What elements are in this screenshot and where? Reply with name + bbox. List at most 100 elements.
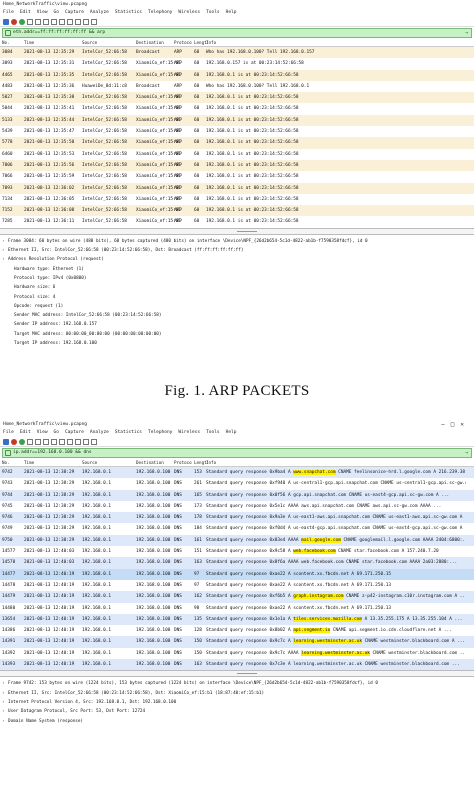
detail-subfield[interactable]: Protocol type: IPv4 (0x0800)	[0, 274, 474, 283]
find-packet-icon[interactable]	[59, 438, 65, 445]
detail-subfield[interactable]: Sender IP address: 192.168.0.157	[0, 320, 474, 329]
table-row[interactable]: 7006 2021-08-13 12:35:56 IntelCor_52:66:58…	[0, 159, 474, 172]
table-row[interactable]: 9745 2021-08-13 12:38:29 192.168.0.1 192.16…	[0, 500, 474, 513]
reload-icon[interactable]	[51, 18, 57, 25]
zoom-in-icon[interactable]	[83, 438, 89, 445]
table-row[interactable]: 7093 2021-08-13 12:36:02 IntelCor_52:66:58…	[0, 182, 474, 194]
table-row[interactable]: 9746 2021-08-13 12:38:29 192.168.0.1 192.16…	[0, 512, 474, 524]
table-row[interactable]: 14386 2021-08-13 12:40:19 192.168.0.1 192.1…	[0, 625, 474, 637]
detail-subfield[interactable]: Target IP address: 192.168.0.100	[0, 339, 474, 348]
menu-item-file[interactable]: File	[3, 429, 14, 437]
close-file-icon[interactable]	[43, 18, 49, 25]
table-row[interactable]: 9742 2021-08-13 12:38:29 192.168.0.1 192.16…	[0, 467, 474, 479]
zoom-in-icon[interactable]	[83, 18, 89, 25]
pane-splitter[interactable]	[0, 227, 474, 235]
table-row[interactable]: 5027 2021-08-13 12:35:38 IntelCor_52:66:58…	[0, 92, 474, 104]
apply-filter-arrow-icon[interactable]: →	[465, 449, 468, 457]
table-row[interactable]: 4483 2021-08-13 12:35:36 HuaweiDe_8d:11:c8…	[0, 80, 474, 93]
table-row[interactable]: 9749 2021-08-13 12:38:29 192.168.0.1 192.16…	[0, 523, 474, 535]
table-row[interactable]: 7066 2021-08-13 12:35:59 IntelCor_52:66:58…	[0, 171, 474, 183]
detail-subfield[interactable]: Hardware type: Ethernet (1)	[0, 265, 474, 274]
table-row[interactable]: 9750 2021-08-13 12:38:29 192.168.0.1 192.16…	[0, 534, 474, 547]
go-back-icon[interactable]	[67, 438, 73, 445]
display-filter-input[interactable]: ip.addr==192.168.0.100 && dns	[13, 450, 92, 455]
menu-item-tools[interactable]: Tools	[206, 9, 220, 17]
detail-tree-item[interactable]: › Frame 9742: 153 bytes on wire (1224 bit…	[0, 679, 474, 688]
stop-capture-icon[interactable]	[11, 438, 17, 445]
detail-subfield[interactable]: Target MAC address: 00:00:00_00:00:00 (0…	[0, 330, 474, 339]
menu-item-analyze[interactable]: Analyze	[90, 9, 109, 17]
go-forward-icon[interactable]	[75, 438, 81, 445]
splitter-grip-icon[interactable]	[237, 230, 257, 232]
table-row[interactable]: 7152 2021-08-13 12:36:08 IntelCor_52:66:58…	[0, 205, 474, 217]
detail-tree-item[interactable]: › Frame 3084: 60 bytes on wire (480 bits)…	[0, 237, 474, 246]
detail-subfield[interactable]: Hardware size: 6	[0, 283, 474, 292]
menu-item-go[interactable]: Go	[54, 9, 59, 17]
restart-capture-icon[interactable]	[19, 438, 25, 445]
column-header-source[interactable]: Source	[82, 39, 134, 47]
filter-bookmark-icon[interactable]	[5, 30, 11, 36]
detail-tree-item[interactable]: › Internet Protocol Version 4, Src: 192.1…	[0, 698, 474, 707]
table-row[interactable]: 9743 2021-08-13 12:38:29 192.168.0.1 192.16…	[0, 478, 474, 490]
go-forward-icon[interactable]	[75, 18, 81, 25]
pane-splitter[interactable]	[0, 670, 474, 678]
table-row[interactable]: 3093 2021-08-13 12:35:31 IntelCor_52:66:58…	[0, 58, 474, 70]
menu-item-telephony[interactable]: Telephony	[148, 9, 172, 17]
menu-item-wireless[interactable]: Wireless	[178, 9, 200, 17]
column-header-info[interactable]: Info	[206, 459, 466, 467]
table-row[interactable]: 14479 2021-08-13 12:40:19 192.168.0.1 192.1…	[0, 591, 474, 603]
menu-item-statistics[interactable]: Statistics	[115, 429, 142, 437]
column-header-info[interactable]: Info	[206, 39, 466, 47]
menu-item-tools[interactable]: Tools	[206, 429, 220, 437]
filter-bookmark-icon[interactable]	[5, 450, 11, 456]
column-header-source[interactable]: Source	[82, 459, 134, 467]
open-file-icon[interactable]	[27, 438, 33, 445]
table-row[interactable]: 5044 2021-08-13 12:35:41 IntelCor_52:66:58…	[0, 103, 474, 115]
detail-subfield[interactable]: Protocol size: 4	[0, 293, 474, 302]
menu-item-go[interactable]: Go	[54, 429, 59, 437]
display-filter-input[interactable]: eth.addr==ff:ff:ff:ff:ff:ff && arp	[13, 30, 105, 35]
menu-item-edit[interactable]: Edit	[20, 429, 31, 437]
table-row[interactable]: 6460 2021-08-13 12:35:53 IntelCor_52:66:58…	[0, 148, 474, 160]
table-row[interactable]: 5439 2021-08-13 12:35:47 IntelCor_52:66:58…	[0, 126, 474, 138]
menu-item-help[interactable]: Help	[226, 9, 237, 17]
save-file-icon[interactable]	[35, 438, 41, 445]
stop-capture-icon[interactable]	[11, 18, 17, 25]
open-file-icon[interactable]	[27, 18, 33, 25]
find-packet-icon[interactable]	[59, 18, 65, 25]
menu-item-help[interactable]: Help	[226, 429, 237, 437]
table-row[interactable]: 5778 2021-08-13 12:35:50 IntelCor_52:66:58…	[0, 137, 474, 149]
save-file-icon[interactable]	[35, 18, 41, 25]
column-header-protocol[interactable]: Protocol	[174, 459, 192, 467]
display-filter-bar[interactable]: ip.addr==192.168.0.100 && dns →	[2, 448, 472, 458]
column-header-time[interactable]: Time	[24, 459, 80, 467]
zoom-out-icon[interactable]	[91, 438, 97, 445]
table-row[interactable]: 14391 2021-08-13 12:40:19 192.168.0.1 192.1…	[0, 636, 474, 648]
close-file-icon[interactable]	[43, 438, 49, 445]
menu-item-edit[interactable]: Edit	[20, 9, 31, 17]
detail-tree-item[interactable]: › Address Resolution Protocol (request)	[0, 255, 474, 264]
detail-subfield[interactable]: Opcode: request (1)	[0, 302, 474, 311]
detail-tree-item[interactable]: › User Datagram Protocol, Src Port: 53, D…	[0, 707, 474, 716]
shark-fin-start-icon[interactable]	[3, 438, 9, 445]
table-row[interactable]: 4465 2021-08-13 12:35:35 IntelCor_52:66:58…	[0, 69, 474, 81]
menu-item-statistics[interactable]: Statistics	[115, 9, 142, 17]
restart-capture-icon[interactable]	[19, 18, 25, 25]
column-header-no[interactable]: No.	[2, 39, 22, 47]
table-row[interactable]: 14477 2021-08-13 12:40:19 192.168.0.1 192.1…	[0, 568, 474, 580]
reload-icon[interactable]	[51, 438, 57, 445]
zoom-out-icon[interactable]	[91, 18, 97, 25]
menu-item-capture[interactable]: Capture	[65, 429, 84, 437]
table-row[interactable]: 14478 2021-08-13 12:40:19 192.168.0.1 192.1…	[0, 579, 474, 592]
apply-filter-arrow-icon[interactable]: →	[465, 29, 468, 37]
column-header-protocol[interactable]: Protocol	[174, 39, 192, 47]
menu-item-view[interactable]: View	[37, 9, 48, 17]
display-filter-bar[interactable]: eth.addr==ff:ff:ff:ff:ff:ff && arp →	[2, 28, 472, 38]
menu-item-view[interactable]: View	[37, 429, 48, 437]
table-row[interactable]: 13654 2021-08-13 12:40:19 192.168.0.1 192.1…	[0, 613, 474, 626]
menu-item-file[interactable]: File	[3, 9, 14, 17]
table-row[interactable]: 14392 2021-08-13 12:40:19 192.168.0.1 192.1…	[0, 647, 474, 660]
table-row[interactable]: 3084 2021-08-13 12:35:29 IntelCor_52:66:58…	[0, 47, 474, 59]
table-row[interactable]: 14577 2021-08-13 12:40:03 192.168.0.1 192.1…	[0, 546, 474, 558]
shark-fin-start-icon[interactable]	[3, 18, 9, 25]
